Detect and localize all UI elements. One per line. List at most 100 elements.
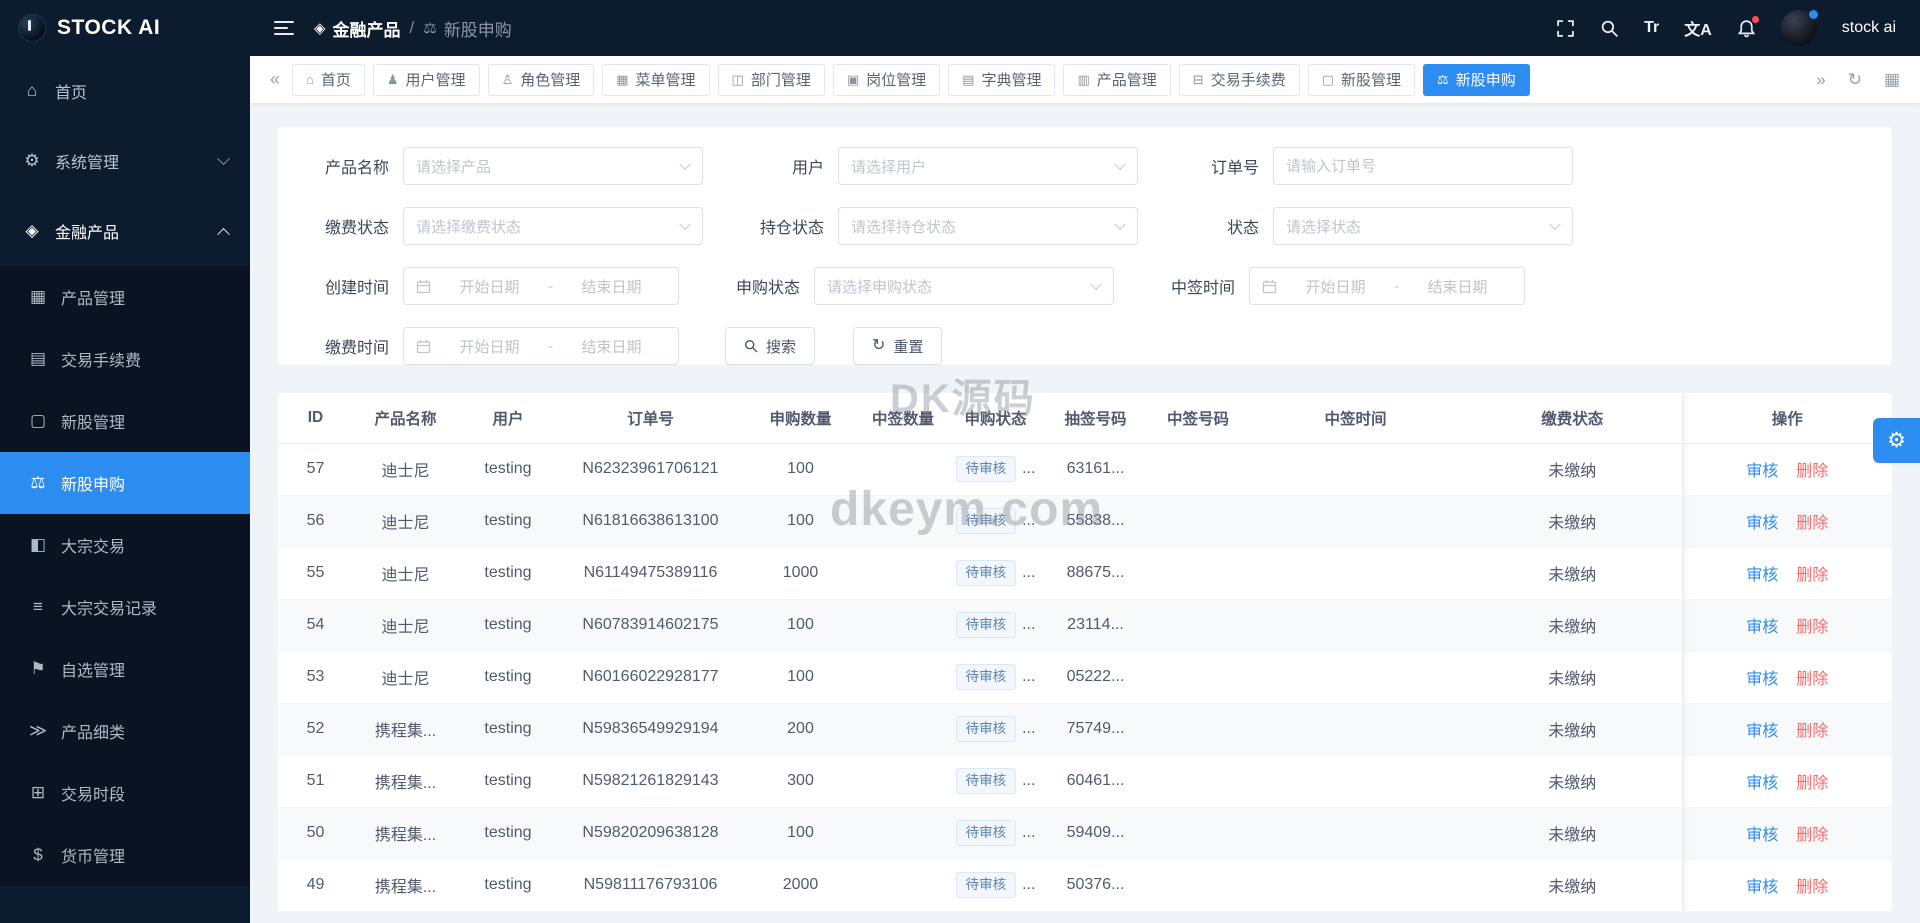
delete-link[interactable]: 删除 (1796, 827, 1828, 844)
tab-scroll-left-icon[interactable]: « (270, 69, 280, 90)
sidebar-submenu-item[interactable]: ▢ 新股管理 (0, 390, 250, 452)
audit-link[interactable]: 审核 (1746, 879, 1778, 896)
win-time-range-picker[interactable]: 开始日期 - 结束日期 (1249, 267, 1525, 305)
tab[interactable]: ⌂ 首页 (292, 64, 365, 96)
translate-icon[interactable]: 文A (1684, 16, 1712, 40)
cell-id: 54 (278, 599, 353, 651)
sidebar-submenu-item[interactable]: ≡ 大宗交易记录 (0, 576, 250, 638)
order-no-input[interactable] (1273, 147, 1573, 185)
sidebar-submenu-item[interactable]: ⚑ 自选管理 (0, 638, 250, 700)
sidebar-submenu-item[interactable]: ≫ 产品细类 (0, 700, 250, 762)
delete-link[interactable]: 删除 (1796, 879, 1828, 896)
chevron-down-icon (679, 159, 690, 170)
tab-label: 角色管理 (520, 69, 580, 90)
delete-link[interactable]: 删除 (1796, 775, 1828, 792)
column-header: 申购数量 (743, 393, 858, 443)
column-header: 申购状态 (948, 393, 1043, 443)
position-status-select[interactable]: 请选择持仓状态 (838, 207, 1138, 245)
submenu-item-icon: ⊞ (28, 783, 48, 803)
notification-bell-icon[interactable] (1737, 19, 1756, 38)
audit-link[interactable]: 审核 (1746, 619, 1778, 636)
submenu-item-icon: ▦ (28, 287, 48, 307)
tab[interactable]: ▢ 新股管理 (1308, 64, 1415, 96)
cell-actions: 审核 删除 (1682, 599, 1892, 651)
cell-win-no (1148, 755, 1248, 807)
sidebar: STOCK AI ⌂ 首页 ⚙ 系统管理 ◈ 金融产品 ▦ 产品管理 (0, 0, 250, 923)
cell-product-name: 迪士尼 (353, 443, 458, 495)
tab[interactable]: ⚖ 新股申购 (1423, 64, 1530, 96)
audit-link[interactable]: 审核 (1746, 775, 1778, 792)
delete-link[interactable]: 删除 (1796, 723, 1828, 740)
avatar[interactable] (1781, 10, 1817, 46)
delete-link[interactable]: 删除 (1796, 463, 1828, 480)
delete-link[interactable]: 删除 (1796, 515, 1828, 532)
fullscreen-icon[interactable] (1556, 19, 1575, 38)
breadcrumb-section[interactable]: ◈ 金融产品 (314, 16, 401, 41)
delete-link[interactable]: 删除 (1796, 619, 1828, 636)
audit-link[interactable]: 审核 (1746, 515, 1778, 532)
cell-lottery-no: 23114... (1043, 599, 1148, 651)
column-header: 订单号 (558, 393, 743, 443)
filter-row: 创建时间 开始日期 - 结束日期 申购状态 请选择申购状态 (294, 267, 1876, 305)
pay-time-range-picker[interactable]: 开始日期 - 结束日期 (403, 327, 679, 365)
filter-pay-status: 缴费状态 请选择缴费状态 (294, 207, 703, 245)
audit-link[interactable]: 审核 (1746, 463, 1778, 480)
cell-win-no (1148, 599, 1248, 651)
product-select[interactable]: 请选择产品 (403, 147, 703, 185)
topbar: ◈ 金融产品 / ⚖ 新股申购 Tr 文A stock ai (250, 0, 1920, 56)
sidebar-submenu-item[interactable]: $ 货币管理 (0, 824, 250, 886)
sidebar-submenu-item[interactable]: ▤ 交易手续费 (0, 328, 250, 390)
tab[interactable]: ▣ 岗位管理 (833, 64, 940, 96)
tab-icon: ◫ (732, 72, 744, 88)
search-icon[interactable] (1600, 19, 1619, 38)
delete-link[interactable]: 删除 (1796, 671, 1828, 688)
cell-order-no: N61149475389116 (558, 547, 743, 599)
cell-subscribe-qty: 200 (743, 703, 858, 755)
status-select[interactable]: 请选择状态 (1273, 207, 1573, 245)
notification-badge (1752, 16, 1759, 23)
layout-grid-icon[interactable]: ▦ (1884, 70, 1900, 90)
tab-scroll-right-icon[interactable]: » (1816, 70, 1825, 90)
tab[interactable]: ◫ 部门管理 (718, 64, 825, 96)
tab[interactable]: ▥ 产品管理 (1063, 64, 1170, 96)
cell-id: 52 (278, 703, 353, 755)
settings-gear-button[interactable]: ⚙ (1873, 418, 1920, 463)
delete-link[interactable]: 删除 (1796, 567, 1828, 584)
pay-status-select[interactable]: 请选择缴费状态 (403, 207, 703, 245)
search-button[interactable]: 搜索 (725, 327, 815, 365)
cell-user: testing (458, 807, 558, 859)
cell-subscribe-status: 待审核... (948, 547, 1043, 599)
tab-label: 产品管理 (1097, 69, 1157, 90)
cell-order-no: N60166022928177 (558, 651, 743, 703)
sidebar-submenu-item[interactable]: ⊞ 交易时段 (0, 762, 250, 824)
calendar-icon (416, 279, 431, 294)
audit-link[interactable]: 审核 (1746, 567, 1778, 584)
sidebar-submenu-item[interactable]: ⚖ 新股申购 (0, 452, 250, 514)
cell-win-qty (858, 599, 948, 651)
chevron-up-icon (217, 227, 230, 240)
tab[interactable]: ♟ 用户管理 (373, 64, 480, 96)
tab[interactable]: ▤ 字典管理 (948, 64, 1055, 96)
tab[interactable]: ♙ 角色管理 (488, 64, 595, 96)
tab[interactable]: ▦ 菜单管理 (602, 64, 709, 96)
sidebar-item-system[interactable]: ⚙ 系统管理 (0, 126, 250, 196)
audit-link[interactable]: 审核 (1746, 827, 1778, 844)
font-size-tool[interactable]: Tr (1644, 19, 1659, 37)
filter-user: 用户 请选择用户 (729, 147, 1138, 185)
create-time-range-picker[interactable]: 开始日期 - 结束日期 (403, 267, 679, 305)
audit-link[interactable]: 审核 (1746, 723, 1778, 740)
sidebar-item-finance[interactable]: ◈ 金融产品 (0, 196, 250, 266)
audit-link[interactable]: 审核 (1746, 671, 1778, 688)
sidebar-submenu-item[interactable]: ▦ 产品管理 (0, 266, 250, 328)
tab[interactable]: ⊟ 交易手续费 (1179, 64, 1300, 96)
sidebar-submenu-item[interactable]: ◧ 大宗交易 (0, 514, 250, 576)
submenu-item-icon: $ (28, 845, 48, 865)
user-select[interactable]: 请选择用户 (838, 147, 1138, 185)
reset-button[interactable]: ↻ 重置 (853, 327, 942, 365)
sidebar-item-home[interactable]: ⌂ 首页 (0, 56, 250, 126)
subscribe-status-select[interactable]: 请选择申购状态 (814, 267, 1114, 305)
hamburger-menu-icon[interactable] (274, 20, 294, 36)
cell-win-qty (858, 495, 948, 547)
cell-user: testing (458, 547, 558, 599)
refresh-icon[interactable]: ↻ (1848, 70, 1862, 90)
